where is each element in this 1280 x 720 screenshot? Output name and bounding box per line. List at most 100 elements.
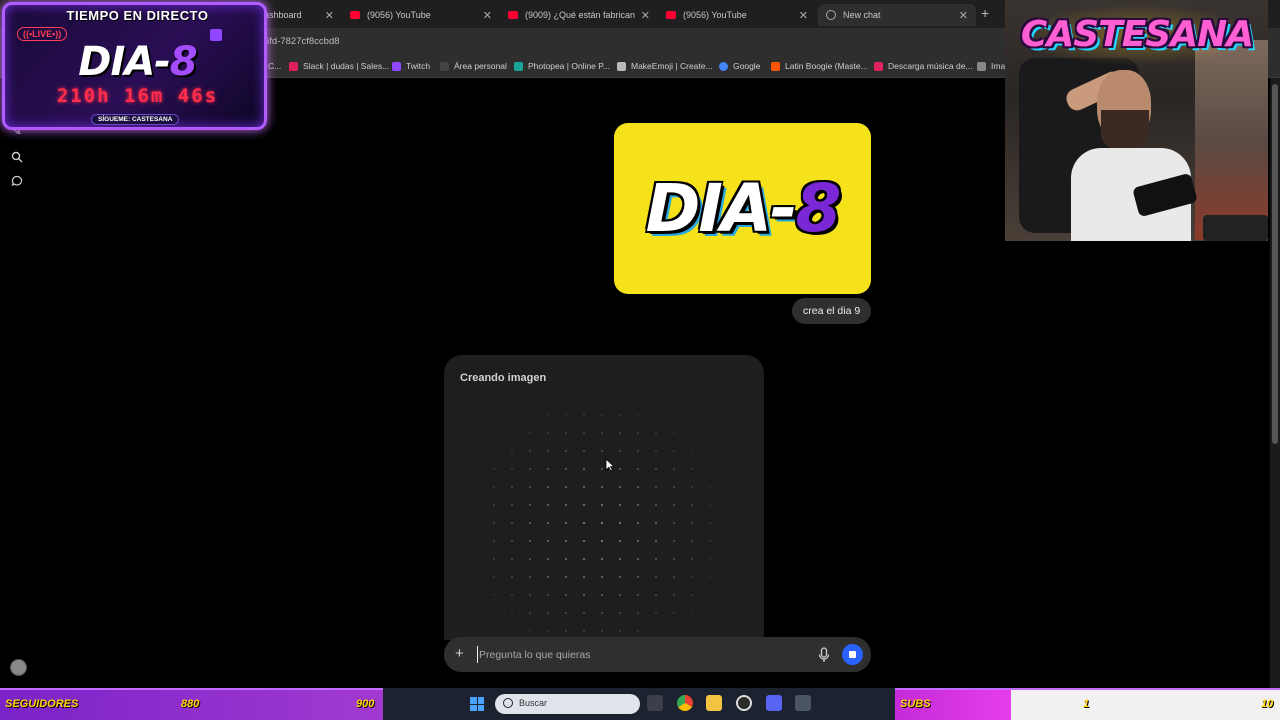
generation-dot bbox=[655, 522, 657, 524]
generation-dot bbox=[547, 504, 549, 506]
bookmark-item[interactable]: Descarga música de... bbox=[874, 61, 973, 71]
user-uploaded-image[interactable]: DIA-8 bbox=[614, 123, 871, 294]
taskbar-search[interactable]: Buscar bbox=[495, 694, 640, 714]
file-explorer-icon[interactable] bbox=[647, 695, 663, 711]
url-text[interactable]: 6fd-7827cf8ccbd8 bbox=[264, 36, 340, 47]
chat-bubble-icon[interactable] bbox=[11, 175, 23, 187]
generation-dot bbox=[673, 594, 675, 596]
bookmark-item[interactable]: Área personal bbox=[440, 61, 507, 71]
generation-dot bbox=[547, 468, 549, 470]
generation-dot bbox=[511, 558, 513, 560]
bookmark-item[interactable]: Twitch bbox=[392, 61, 430, 71]
generation-dot bbox=[637, 486, 639, 488]
generation-dot bbox=[565, 594, 567, 596]
scrollbar-thumb[interactable] bbox=[1272, 84, 1278, 444]
generation-dot bbox=[493, 450, 495, 452]
chrome-icon[interactable] bbox=[677, 695, 693, 711]
tab-youtube-1[interactable]: (9056) YouTube ✕ bbox=[342, 4, 500, 26]
followers-current: 880 bbox=[181, 698, 200, 710]
bookmark-item[interactable]: Google bbox=[719, 61, 760, 71]
image-text-prefix: DIA- bbox=[645, 170, 798, 247]
generation-dot bbox=[655, 540, 657, 542]
windows-start-icon[interactable] bbox=[470, 697, 484, 711]
generation-dot bbox=[691, 612, 693, 614]
generation-dot bbox=[565, 468, 567, 470]
tab-youtube-3[interactable]: (9056) YouTube ✕ bbox=[658, 4, 816, 26]
calculator-icon[interactable] bbox=[795, 695, 811, 711]
generation-dot bbox=[619, 468, 621, 470]
followers-goal-bar: SEGUIDORES 880 900 bbox=[0, 688, 383, 720]
generation-dot bbox=[601, 558, 603, 560]
message-input[interactable] bbox=[477, 646, 807, 663]
tab-youtube-2[interactable]: (9009) ¿Qué están fabricando c ✕ bbox=[500, 4, 658, 26]
youtube-icon bbox=[350, 11, 360, 19]
bookmark-item[interactable]: MakeEmoji | Create... bbox=[617, 61, 713, 71]
generation-dot bbox=[691, 522, 693, 524]
close-icon[interactable]: ✕ bbox=[799, 9, 808, 22]
generation-dot bbox=[565, 432, 567, 434]
bookmark-item[interactable]: Latin Boogie (Maste... bbox=[771, 61, 868, 71]
generation-dot bbox=[583, 594, 585, 596]
taskbar-search-label: Buscar bbox=[519, 698, 548, 708]
bookmark-item[interactable]: Ima bbox=[977, 61, 1005, 71]
generation-dot bbox=[529, 540, 531, 542]
generation-dot bbox=[529, 450, 531, 452]
generation-dot bbox=[691, 540, 693, 542]
generation-dot bbox=[655, 486, 657, 488]
bookmark-label: Ima bbox=[991, 61, 1006, 71]
generation-dot bbox=[493, 540, 495, 542]
folder-icon[interactable] bbox=[706, 695, 722, 711]
close-icon[interactable]: ✕ bbox=[641, 9, 650, 22]
channel-logo: CASTESANA bbox=[1017, 4, 1257, 66]
close-icon[interactable]: ✕ bbox=[483, 9, 492, 22]
overlay-title: TIEMPO EN DIRECTO bbox=[66, 8, 209, 23]
generation-dot bbox=[511, 612, 513, 614]
generation-dot bbox=[601, 432, 603, 434]
close-icon[interactable]: ✕ bbox=[325, 9, 334, 22]
tab-label: (9056) YouTube bbox=[683, 10, 747, 20]
generation-dot bbox=[691, 576, 693, 578]
close-icon[interactable]: ✕ bbox=[959, 9, 968, 22]
plus-icon[interactable]: + bbox=[455, 646, 464, 661]
bookmark-item[interactable]: Slack | dudas | Sales... bbox=[289, 61, 389, 71]
webcam-overlay: CASTESANA bbox=[1005, 0, 1268, 241]
generation-dot bbox=[673, 558, 675, 560]
generation-dot bbox=[673, 540, 675, 542]
tab-new-chat[interactable]: New chat ✕ bbox=[818, 4, 976, 26]
stop-generation-button[interactable] bbox=[842, 644, 863, 665]
generation-dot bbox=[691, 486, 693, 488]
microphone-icon[interactable] bbox=[817, 647, 831, 663]
generation-dot bbox=[601, 612, 603, 614]
generation-dot bbox=[529, 558, 531, 560]
day-prefix: DIA- bbox=[78, 39, 171, 85]
generation-dot bbox=[511, 450, 513, 452]
bookmark-item[interactable]: Photopea | Online P... bbox=[514, 61, 610, 71]
followers-label: SEGUIDORES bbox=[5, 698, 79, 710]
bookmark-label: C... bbox=[268, 61, 282, 71]
avatar[interactable] bbox=[10, 659, 27, 676]
moodle-icon bbox=[440, 61, 449, 71]
generation-dot bbox=[565, 414, 567, 416]
bookmark-label: Área personal bbox=[454, 61, 507, 71]
generation-dot bbox=[565, 450, 567, 452]
bookmark-label: Latin Boogie (Maste... bbox=[785, 61, 868, 71]
tab-dashboard[interactable]: ashboard ✕ bbox=[256, 4, 342, 26]
generation-dot bbox=[637, 576, 639, 578]
generation-dot bbox=[547, 540, 549, 542]
generation-dot bbox=[637, 432, 639, 434]
generation-dot bbox=[565, 504, 567, 506]
discord-icon[interactable] bbox=[766, 695, 782, 711]
generation-dot bbox=[655, 450, 657, 452]
new-tab-icon[interactable]: + bbox=[981, 5, 989, 21]
generation-dot bbox=[529, 522, 531, 524]
generation-dot bbox=[547, 450, 549, 452]
bookmark-item[interactable]: C... bbox=[268, 61, 281, 71]
generation-dot bbox=[511, 522, 513, 524]
generation-dot bbox=[673, 450, 675, 452]
obs-icon[interactable] bbox=[736, 695, 752, 711]
generation-dot bbox=[637, 612, 639, 614]
stop-icon bbox=[849, 651, 856, 658]
search-icon[interactable] bbox=[11, 151, 23, 163]
generation-dot bbox=[655, 630, 657, 632]
generation-dot bbox=[529, 576, 531, 578]
